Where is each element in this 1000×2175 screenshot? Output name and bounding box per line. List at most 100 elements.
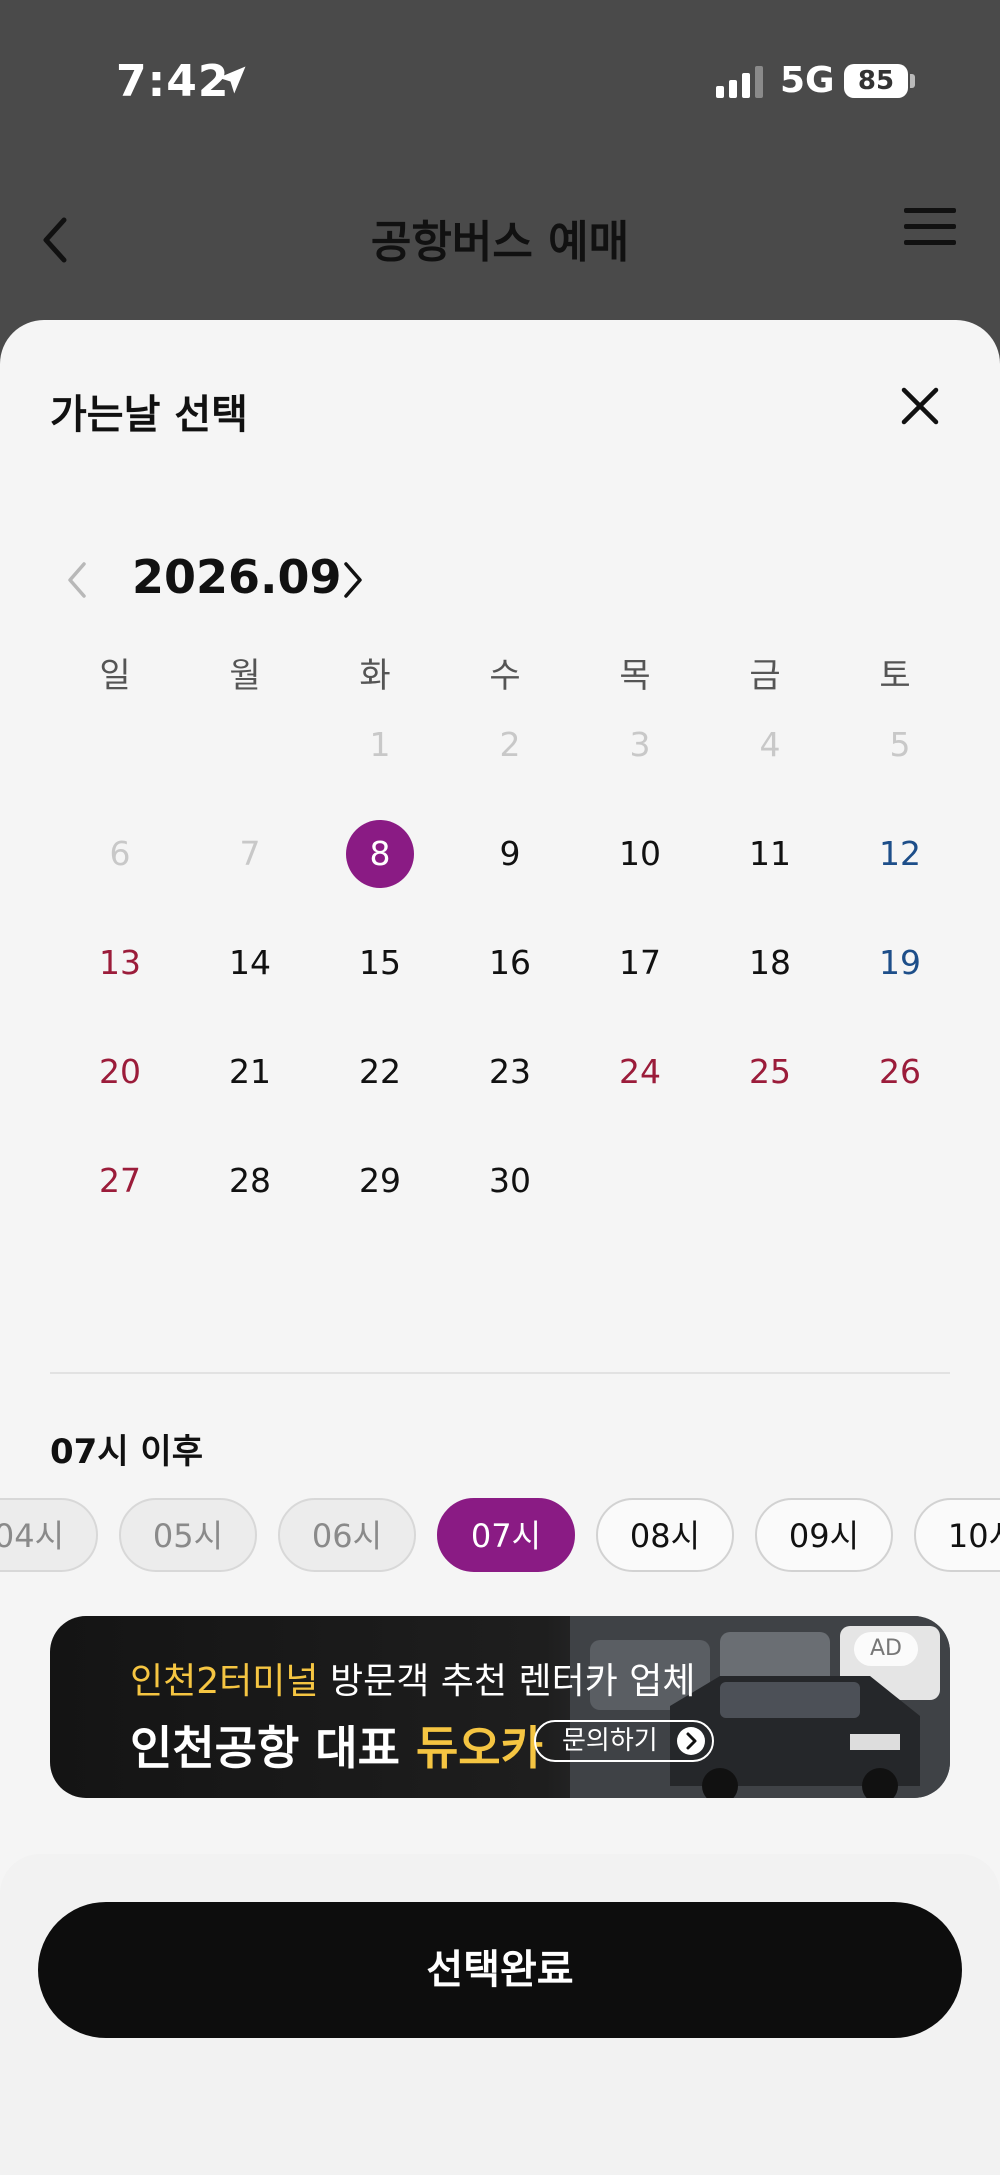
- calendar-day: 6: [55, 799, 185, 909]
- ad-banner[interactable]: 인천2터미널 방문객 추천 렌터카 업체 인천공항 대표 듀오카 문의하기 AD: [50, 1616, 950, 1798]
- date-picker-sheet: 가는날 선택 2026.09 일월화수목금토 1 2 3 4 5 6 7 8 9 10 11 12 13…: [0, 320, 1000, 2175]
- calendar-day-number: 4: [759, 725, 781, 764]
- calendar-day-number: 24: [619, 1052, 661, 1091]
- time-chip-row[interactable]: 04시 05시 06시 07시 08시 09시 10시: [0, 1498, 1000, 1576]
- close-icon[interactable]: [896, 382, 944, 430]
- calendar-day: 1: [315, 690, 445, 800]
- calendar-day-selected[interactable]: 8: [315, 799, 445, 909]
- ad-headline-rest: 방문객 추천 렌터카 업체: [318, 1661, 696, 1702]
- calendar-day-number: 30: [489, 1161, 531, 1200]
- calendar-day-number: 17: [619, 943, 661, 982]
- calendar-grid: 1 2 3 4 5 6 7 8 9 10 11 12 13 14 15 16 17 18 19 20 21 22 23 24 2…: [50, 690, 950, 1200]
- calendar-day-number: 13: [99, 943, 141, 982]
- ad-badge: AD: [854, 1632, 918, 1666]
- time-chip[interactable]: 08시: [596, 1498, 734, 1572]
- ad-brand-main: 인천공항 대표: [130, 1721, 416, 1775]
- calendar-day[interactable]: 25: [705, 1017, 835, 1127]
- chevron-right-circle-icon: [676, 1727, 705, 1755]
- status-bar: 7:42 5G 85: [0, 0, 1000, 170]
- calendar-day-number: 16: [489, 943, 531, 982]
- calendar-day-number: 14: [229, 943, 271, 982]
- calendar-day: 7: [185, 799, 315, 909]
- calendar-day[interactable]: 29: [315, 1126, 445, 1236]
- calendar-day-number: 18: [749, 943, 791, 982]
- month-label: 2026.09: [132, 550, 342, 604]
- calendar-day-number: 23: [489, 1052, 531, 1091]
- calendar-day: 4: [705, 690, 835, 800]
- calendar-day-number: 15: [359, 943, 401, 982]
- time-chip: 05시: [119, 1498, 257, 1572]
- calendar-day: 3: [575, 690, 705, 800]
- previous-month-icon[interactable]: [62, 556, 92, 604]
- divider: [50, 1372, 950, 1374]
- status-time: 7:42: [116, 56, 230, 107]
- calendar-day[interactable]: 20: [55, 1017, 185, 1127]
- calendar-day[interactable]: 23: [445, 1017, 575, 1127]
- network-label: 5G: [780, 60, 835, 101]
- time-chip: 04시: [0, 1498, 98, 1572]
- time-chip[interactable]: 10시: [914, 1498, 1000, 1572]
- calendar-day: 5: [835, 690, 965, 800]
- calendar-day[interactable]: 27: [55, 1126, 185, 1236]
- calendar-day-number: 27: [99, 1161, 141, 1200]
- calendar-day-number: 12: [879, 834, 921, 873]
- time-chip: 06시: [278, 1498, 416, 1572]
- calendar-day[interactable]: 13: [55, 908, 185, 1018]
- confirm-selection-button[interactable]: 선택완료: [38, 1902, 962, 2038]
- calendar-day-number: 9: [499, 834, 521, 873]
- calendar-day-number: 6: [109, 834, 131, 873]
- calendar-day[interactable]: 12: [835, 799, 965, 909]
- calendar-day[interactable]: 30: [445, 1126, 575, 1236]
- location-arrow-icon: [218, 66, 246, 94]
- calendar-day-number: 7: [239, 834, 261, 873]
- time-chip[interactable]: 09시: [755, 1498, 893, 1572]
- app-header: 공항버스 예매: [0, 170, 1000, 320]
- calendar-day-number: 10: [619, 834, 661, 873]
- time-section-label: 07시 이후: [50, 1432, 203, 1472]
- calendar-day-number: 8: [369, 834, 391, 873]
- ad-brand-highlight: 듀오카: [415, 1721, 543, 1775]
- calendar-day[interactable]: 21: [185, 1017, 315, 1127]
- calendar-day-number: 5: [889, 725, 911, 764]
- calendar-day[interactable]: 17: [575, 908, 705, 1018]
- calendar-day[interactable]: 18: [705, 908, 835, 1018]
- calendar-day: 2: [445, 690, 575, 800]
- calendar-day-number: 3: [629, 725, 651, 764]
- calendar-day[interactable]: 24: [575, 1017, 705, 1127]
- calendar-day[interactable]: 14: [185, 908, 315, 1018]
- calendar-day[interactable]: 11: [705, 799, 835, 909]
- battery-tip: [910, 74, 915, 88]
- sheet-title: 가는날 선택: [50, 392, 248, 438]
- calendar-day[interactable]: 9: [445, 799, 575, 909]
- cellular-signal-icon: [716, 66, 763, 98]
- calendar-day[interactable]: 22: [315, 1017, 445, 1127]
- month-navigation: 2026.09: [0, 540, 1000, 620]
- ad-inquiry-button[interactable]: 문의하기: [534, 1720, 714, 1762]
- next-month-icon[interactable]: [338, 556, 368, 604]
- calendar-day-number: 19: [879, 943, 921, 982]
- calendar-day[interactable]: 16: [445, 908, 575, 1018]
- calendar-day[interactable]: 15: [315, 908, 445, 1018]
- ad-headline: 인천2터미널 방문객 추천 렌터카 업체: [130, 1652, 696, 1704]
- calendar-day[interactable]: 26: [835, 1017, 965, 1127]
- calendar-day-number: 22: [359, 1052, 401, 1091]
- calendar-day-number: 2: [499, 725, 521, 764]
- calendar-day-number: 11: [749, 834, 791, 873]
- calendar-day[interactable]: 10: [575, 799, 705, 909]
- calendar-day[interactable]: 19: [835, 908, 965, 1018]
- calendar-day-number: 28: [229, 1161, 271, 1200]
- bottom-action-bar: 선택완료: [0, 1854, 1000, 2175]
- calendar-day[interactable]: 28: [185, 1126, 315, 1236]
- page-title: 공항버스 예매: [370, 217, 630, 268]
- time-chip-selected[interactable]: 07시: [437, 1498, 575, 1572]
- calendar-day-number: 25: [749, 1052, 791, 1091]
- calendar-day-number: 21: [229, 1052, 271, 1091]
- calendar-day-number: 1: [369, 725, 391, 764]
- hamburger-menu-icon[interactable]: [904, 204, 956, 250]
- ad-brand-line: 인천공항 대표 듀오카: [130, 1712, 543, 1778]
- ad-inquiry-label: 문의하기: [562, 1726, 658, 1756]
- battery-icon: 85: [844, 64, 908, 98]
- ad-headline-highlight: 인천2터미널: [130, 1661, 319, 1702]
- calendar-day-number: 29: [359, 1161, 401, 1200]
- calendar-day-number: 26: [879, 1052, 921, 1091]
